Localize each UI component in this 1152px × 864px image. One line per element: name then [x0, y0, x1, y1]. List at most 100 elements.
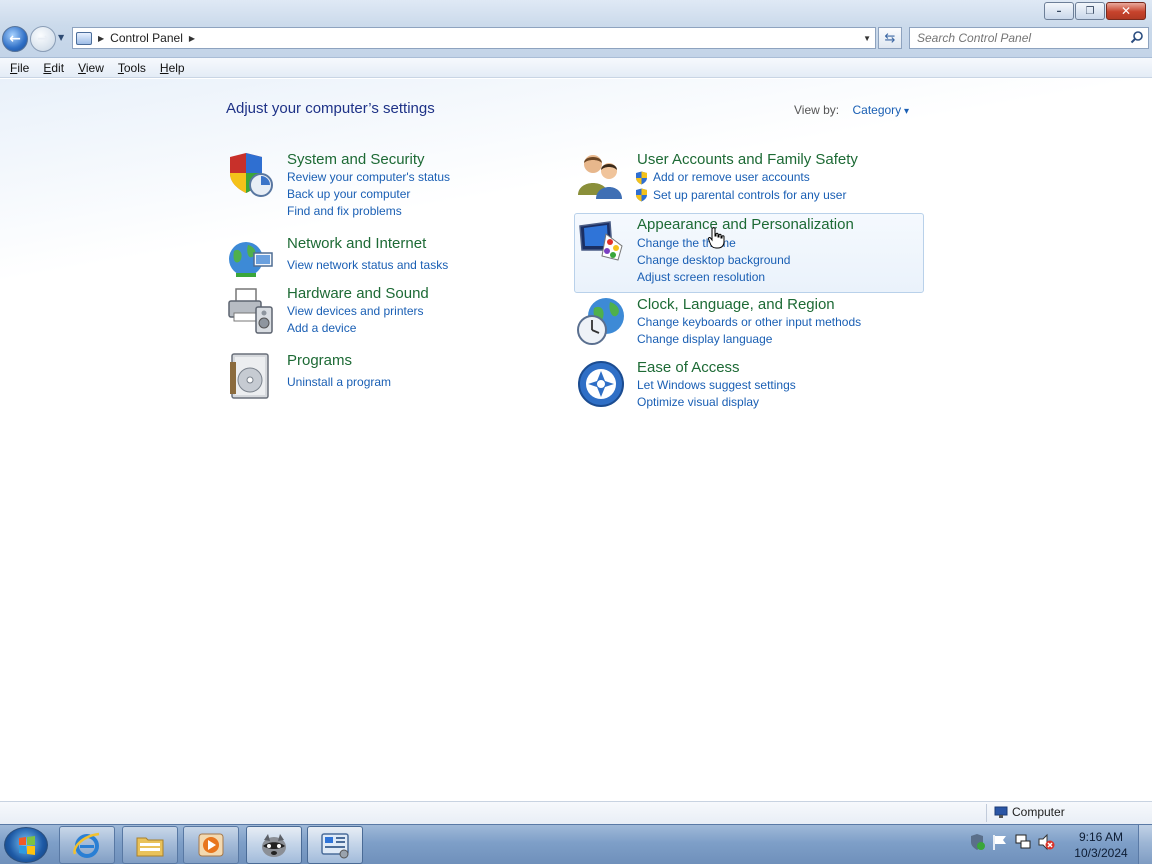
clock-time: 9:16 AM [1078, 830, 1124, 844]
close-icon: ✕ [1120, 4, 1132, 18]
programs-disc-icon[interactable] [226, 352, 276, 402]
control-panel-icon [321, 833, 349, 859]
show-desktop-button[interactable] [1138, 825, 1152, 864]
link-devices-printers[interactable]: View devices and printers [287, 304, 424, 318]
link-optimize-display[interactable]: Optimize visual display [637, 395, 759, 409]
menu-help[interactable]: Help [160, 61, 185, 75]
menu-tools[interactable]: Tools [118, 61, 146, 75]
menu-edit[interactable]: Edit [43, 61, 64, 75]
hand-cursor-icon [708, 227, 725, 249]
forward-button[interactable]: → [30, 26, 56, 52]
link-change-keyboards[interactable]: Change keyboards or other input methods [637, 315, 861, 329]
system-tray [968, 833, 1060, 851]
link-suggest-settings[interactable]: Let Windows suggest settings [637, 378, 796, 392]
window-controls: – ❐ ✕ [1043, 2, 1146, 20]
search-input[interactable] [910, 28, 1110, 48]
link-network-status[interactable]: View network status and tasks [287, 258, 448, 272]
category-title[interactable]: Appearance and Personalization [637, 216, 854, 233]
explorer-folder-icon [136, 837, 164, 857]
raccoon-app-icon [262, 834, 286, 857]
status-location: Computer [994, 805, 1065, 819]
link-back-up[interactable]: Back up your computer [287, 187, 410, 201]
category-appearance-personalization: Appearance and Personalization Change th… [576, 216, 916, 286]
view-by: View by: Category [794, 103, 909, 117]
category-title[interactable]: User Accounts and Family Safety [637, 151, 858, 168]
view-by-dropdown[interactable]: Category [852, 103, 909, 117]
arrow-left-icon: ← [9, 31, 21, 47]
category-title[interactable]: Clock, Language, and Region [637, 296, 835, 313]
link-display-language[interactable]: Change display language [637, 332, 772, 346]
volume-muted-icon[interactable] [1037, 833, 1055, 851]
network-tray-icon[interactable] [1014, 833, 1032, 851]
refresh-icon: ⇆ [884, 30, 896, 46]
category-title[interactable]: Ease of Access [637, 359, 740, 376]
breadcrumb-separator-icon[interactable]: ▶ [98, 34, 104, 43]
link-uninstall-program[interactable]: Uninstall a program [287, 375, 391, 389]
back-button[interactable]: ← [2, 26, 28, 52]
category-title[interactable]: Hardware and Sound [287, 285, 429, 302]
internet-explorer-icon [73, 832, 100, 858]
taskbar-raccoon-app[interactable] [246, 826, 302, 864]
link-find-fix[interactable]: Find and fix problems [287, 204, 402, 218]
search-box[interactable] [909, 27, 1149, 49]
arrow-right-icon: → [37, 31, 49, 47]
link-add-device[interactable]: Add a device [287, 321, 356, 335]
clock-date: 10/3/2024 [1074, 846, 1128, 860]
uac-shield-icon [636, 188, 647, 202]
recent-pages-dropdown[interactable]: ▼ [58, 33, 64, 42]
close-button[interactable]: ✕ [1106, 2, 1146, 20]
security-tray-icon[interactable] [968, 833, 986, 851]
uac-shield-icon [636, 171, 647, 185]
link-desktop-background[interactable]: Change desktop background [637, 253, 790, 267]
taskbar-windows-explorer[interactable] [122, 826, 178, 864]
clock-globe-icon[interactable] [576, 296, 626, 346]
minimize-button[interactable]: – [1044, 2, 1074, 20]
printer-speaker-icon[interactable] [226, 285, 276, 335]
restore-button[interactable]: ❐ [1075, 2, 1105, 20]
link-review-status[interactable]: Review your computer's status [287, 170, 450, 184]
address-bar[interactable]: ▶ Control Panel ▶ ▼ [72, 27, 876, 49]
shield-icon[interactable] [226, 151, 276, 201]
windows-logo-icon [19, 836, 35, 855]
taskbar-media-player[interactable] [183, 826, 239, 864]
taskbar: 9:16 AM 10/3/2024 [0, 824, 1152, 864]
breadcrumb-control-panel[interactable]: Control Panel [110, 31, 183, 45]
category-programs: Programs Uninstall a program [226, 352, 526, 402]
control-panel-icon [76, 31, 92, 45]
category-user-accounts: User Accounts and Family Safety Add or r… [576, 151, 916, 206]
taskbar-control-panel[interactable] [307, 826, 363, 864]
ease-of-access-icon[interactable] [576, 359, 626, 409]
menu-bar: File Edit View Tools Help [0, 58, 1152, 78]
restore-icon: ❐ [1085, 5, 1095, 17]
network-globe-icon[interactable] [226, 235, 276, 285]
menu-view[interactable]: View [78, 61, 104, 75]
control-panel-content: Adjust your computer’s settings View by:… [0, 79, 1152, 801]
category-title[interactable]: System and Security [287, 151, 425, 168]
address-dropdown-icon[interactable]: ▼ [863, 34, 871, 43]
computer-flag-icon [994, 806, 1008, 818]
link-parental-controls[interactable]: Set up parental controls for any user [653, 188, 846, 202]
category-title[interactable]: Programs [287, 352, 352, 369]
category-hardware-sound: Hardware and Sound View devices and prin… [226, 285, 526, 340]
category-ease-of-access: Ease of Access Let Windows suggest setti… [576, 359, 916, 414]
refresh-button[interactable]: ⇆ [878, 27, 902, 49]
status-bar: Computer [0, 801, 1152, 824]
minimize-icon: – [1056, 5, 1062, 17]
status-divider [986, 804, 987, 822]
menu-file[interactable]: File [10, 61, 29, 75]
view-by-label: View by: [794, 103, 840, 117]
breadcrumb-separator-icon[interactable]: ▶ [189, 34, 195, 43]
action-center-flag-icon[interactable] [991, 833, 1009, 851]
media-player-icon [198, 833, 224, 857]
users-icon[interactable] [576, 151, 626, 201]
category-title[interactable]: Network and Internet [287, 235, 426, 252]
taskbar-internet-explorer[interactable] [59, 826, 115, 864]
search-icon[interactable] [1130, 30, 1144, 44]
link-screen-resolution[interactable]: Adjust screen resolution [637, 270, 765, 284]
category-system-security: System and Security Review your computer… [226, 151, 526, 221]
monitor-palette-icon[interactable] [576, 216, 626, 266]
start-button[interactable] [4, 827, 48, 863]
link-add-remove-users[interactable]: Add or remove user accounts [653, 170, 810, 184]
clock[interactable]: 9:16 AM 10/3/2024 [1066, 829, 1136, 861]
page-title: Adjust your computer’s settings [226, 100, 435, 117]
